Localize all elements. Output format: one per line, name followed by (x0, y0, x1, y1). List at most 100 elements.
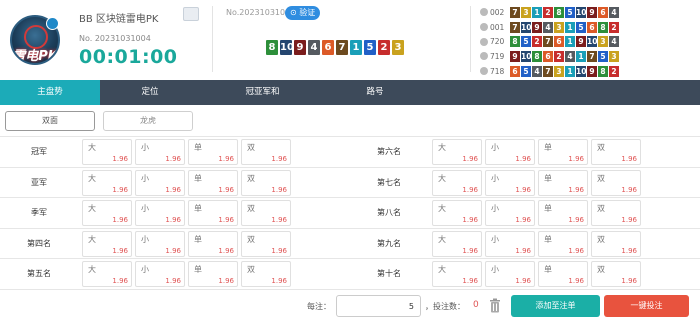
bet-option-odds: 1.96 (165, 155, 181, 163)
bet-row: 第八名 大 1.96 小 1.96 单 1.96 双 1.96 (350, 198, 700, 229)
bet-option-cell[interactable]: 小 1.96 (135, 169, 185, 196)
bet-option-cell[interactable]: 大 1.96 (432, 169, 482, 196)
bet-option-cell[interactable]: 双 1.96 (241, 139, 291, 165)
bet-option-odds: 1.96 (515, 246, 531, 255)
history-issue: 719 (490, 51, 505, 61)
bet-option-cell[interactable]: 小 1.96 (485, 230, 535, 257)
bet-option-label: 单 (544, 143, 552, 152)
bet-option-label: 大 (88, 234, 96, 244)
bet-option-cell[interactable]: 大 1.96 (82, 169, 132, 196)
bet-option-cell[interactable]: 小 1.96 (485, 169, 535, 196)
bet-option-label: 小 (141, 204, 149, 213)
rank-label: 季军 (31, 208, 47, 217)
bet-option-label: 小 (141, 143, 149, 152)
trash-icon[interactable] (489, 298, 501, 313)
bet-option-odds: 1.96 (515, 277, 531, 285)
bet-option-cell[interactable]: 小 1.96 (135, 139, 185, 165)
bet-option-cell[interactable]: 单 1.96 (188, 230, 238, 257)
favorite-icon[interactable] (46, 17, 59, 30)
bet-option-cell[interactable]: 大 1.96 (432, 200, 482, 226)
bet-option-cell[interactable]: 小 1.96 (485, 139, 535, 165)
bet-option-label: 大 (88, 173, 96, 183)
bet-row: 亚军 大 1.96 小 1.96 单 1.96 双 1.96 (0, 168, 350, 198)
per-bet-amount-input[interactable] (336, 295, 421, 317)
bet-option-cell[interactable]: 大 1.96 (432, 230, 482, 257)
bet-option-odds: 1.96 (271, 216, 287, 224)
per-bet-label: 每注： (307, 302, 331, 311)
tab-main[interactable]: 主盘势 (0, 80, 100, 105)
bet-option-cell[interactable]: 单 1.96 (188, 261, 238, 287)
history-row: 720 8 5 2 7 6 1 9 10 3 4 (480, 34, 620, 49)
bet-option-odds: 1.96 (112, 155, 128, 163)
bet-option-cell[interactable]: 双 1.96 (591, 261, 641, 287)
one-click-bet-button[interactable]: 一键投注 (604, 295, 689, 317)
bet-option-cell[interactable]: 双 1.96 (241, 261, 291, 287)
bet-option-label: 单 (544, 204, 552, 213)
history-issue: 001 (490, 22, 505, 32)
bet-option-cell[interactable]: 双 1.96 (591, 200, 641, 226)
bet-option-cell[interactable]: 小 1.96 (135, 230, 185, 257)
bet-option-cell[interactable]: 大 1.96 (432, 139, 482, 165)
tab-champion-sum[interactable]: 冠亚军和 (200, 80, 325, 105)
bet-option-cell[interactable]: 大 1.96 (82, 200, 132, 226)
bet-option-cell[interactable]: 大 1.96 (82, 261, 132, 287)
history-dot-icon (480, 37, 488, 46)
bet-option-cell[interactable]: 小 1.96 (485, 200, 535, 226)
result-ball: 5 (364, 40, 376, 55)
bet-option-cell[interactable]: 双 1.96 (591, 139, 641, 165)
history-ball: 1 (565, 21, 575, 33)
bet-option-cell[interactable]: 小 1.96 (135, 261, 185, 287)
bet-option-cell[interactable]: 双 1.96 (241, 230, 291, 257)
bet-option-label: 小 (141, 234, 149, 244)
rank-label: 第九名 (377, 238, 401, 248)
game-header: 雷电PK BB 区块链雷电PK No. 20231031004 00:01:00… (0, 0, 700, 80)
bet-footer: 每注： ，投注数： 0 添加至注单 一键投注 (0, 289, 700, 325)
bet-option-cell[interactable]: 双 1.96 (591, 169, 641, 196)
bet-option-cell[interactable]: 双 1.96 (241, 169, 291, 196)
bet-option-cell[interactable]: 双 1.96 (591, 230, 641, 257)
bet-option-cell[interactable]: 单 1.96 (188, 139, 238, 165)
bet-option-cell[interactable]: 双 1.96 (241, 200, 291, 226)
filter-dragon-tiger[interactable]: 龙虎 (103, 111, 193, 131)
last-result-balls: 8 10 9 4 6 7 1 5 2 3 (266, 40, 404, 55)
history-ball: 5 (598, 50, 608, 62)
calendar-icon[interactable] (183, 7, 199, 21)
bet-option-cell[interactable]: 单 1.96 (538, 230, 588, 257)
bet-option-cell[interactable]: 单 1.96 (188, 169, 238, 196)
history-ball: 7 (510, 21, 520, 33)
result-ball: 9 (294, 40, 306, 55)
bet-option-cell[interactable]: 单 1.96 (538, 169, 588, 196)
tab-road[interactable]: 路号 (325, 80, 425, 105)
bet-option-cell[interactable]: 单 1.96 (538, 139, 588, 165)
divider (212, 6, 213, 72)
bet-option-cell[interactable]: 大 1.96 (82, 230, 132, 257)
divider (470, 6, 471, 72)
bet-option-cell[interactable]: 单 1.96 (538, 261, 588, 287)
bet-option-label: 单 (544, 265, 552, 274)
history-ball: 7 (587, 50, 597, 62)
tab-position[interactable]: 定位 (100, 80, 200, 105)
logo-text: 雷电PK (12, 49, 58, 64)
bet-option-cell[interactable]: 单 1.96 (538, 200, 588, 226)
history-ball: 5 (576, 21, 586, 33)
bet-option-cell[interactable]: 小 1.96 (135, 200, 185, 226)
history-ball: 8 (532, 50, 542, 62)
bet-option-cell[interactable]: 单 1.96 (188, 200, 238, 226)
bet-option-label: 双 (597, 265, 605, 274)
verify-button[interactable]: ⊙ 验证 (285, 6, 321, 20)
filter-double-sided[interactable]: 双面 (5, 111, 95, 131)
history-row: 719 9 10 8 6 2 4 1 7 5 3 (480, 49, 620, 64)
bet-option-cell[interactable]: 小 1.96 (485, 261, 535, 287)
rank-label: 第五名 (27, 269, 51, 278)
bet-option-odds: 1.96 (462, 155, 478, 163)
add-to-slip-button[interactable]: 添加至注单 (511, 295, 600, 317)
bet-option-odds: 1.96 (621, 277, 637, 285)
bet-option-odds: 1.96 (112, 246, 128, 255)
bet-option-cell[interactable]: 大 1.96 (432, 261, 482, 287)
history-issue: 720 (490, 37, 505, 47)
history-dot-icon (480, 52, 488, 61)
bet-row: 第七名 大 1.96 小 1.96 单 1.96 双 1.96 (350, 168, 700, 198)
bet-option-cell[interactable]: 大 1.96 (82, 139, 132, 165)
bet-option-odds: 1.96 (568, 246, 584, 255)
bet-option-label: 双 (597, 143, 605, 152)
